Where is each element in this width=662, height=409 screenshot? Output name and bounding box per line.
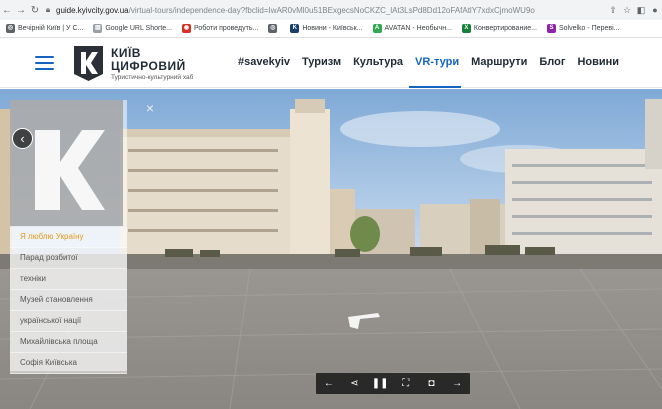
- list-item[interactable]: Михайлівська площа: [10, 332, 127, 353]
- nav-culture[interactable]: Культура: [353, 56, 403, 68]
- bookmark-item[interactable]: S Solvelko - Перевi...: [546, 24, 619, 33]
- bookmark-item[interactable]: K Новини - Київськ...: [290, 24, 363, 33]
- browser-toolbar: ← → ↻ 🔒︎ guide.kyivcity.gov.ua/virtual-t…: [0, 0, 662, 20]
- star-icon[interactable]: ☆: [620, 5, 634, 16]
- arrow-left-icon[interactable]: ←: [320, 373, 338, 394]
- panel-kyiv-logo-icon: [10, 100, 123, 226]
- list-item[interactable]: Музей становлення: [10, 290, 127, 311]
- reload-icon[interactable]: ↻: [28, 5, 42, 16]
- nav-savekyiv[interactable]: #savekyiv: [238, 56, 290, 68]
- bookmark-item[interactable]: ◎: [268, 24, 280, 33]
- list-item[interactable]: Софія Київська: [10, 353, 127, 374]
- globe-icon: ◎: [6, 24, 15, 33]
- list-item[interactable]: української нації: [10, 311, 127, 332]
- nav-tourism[interactable]: Туризм: [302, 56, 341, 68]
- back-icon[interactable]: ←: [0, 5, 14, 16]
- list-item[interactable]: техніки: [10, 269, 127, 290]
- main-nav: #savekyiv Туризм Культура VR-тури Маршру…: [238, 56, 631, 68]
- nav-vr-tours[interactable]: VR-тури: [415, 56, 459, 68]
- profile-icon[interactable]: ●: [648, 5, 662, 15]
- camera-icon[interactable]: ◘: [422, 373, 440, 394]
- close-panel-icon[interactable]: ×: [143, 100, 157, 116]
- bookmark-item[interactable]: ▤ Google URL Shorte...: [93, 24, 172, 33]
- viewer-toolbar: ← ⋖ ❚❚ ⛶ ◘ →: [316, 373, 470, 394]
- nav-news[interactable]: Новини: [577, 56, 619, 68]
- globe-icon: ◎: [268, 24, 278, 33]
- bookmarks-bar: ◎ Вечірній Київ | У С... ▤ Google URL Shor…: [0, 20, 662, 38]
- tour-list: Я люблю Україну Парад розбитої техніки М…: [10, 227, 127, 374]
- bookmark-item[interactable]: X Конвертирование...: [461, 24, 537, 33]
- news-icon: ◉: [182, 24, 192, 33]
- arrow-right-icon[interactable]: →: [448, 373, 466, 394]
- bookmark-item[interactable]: A AVATAN - Необычн...: [372, 24, 452, 33]
- site-header: КИЇВ ЦИФРОВИЙ Туристично-культурний хаб …: [0, 38, 662, 88]
- share-icon[interactable]: ⋖: [345, 373, 363, 394]
- x-icon: X: [461, 24, 471, 33]
- list-item[interactable]: Я люблю Україну: [10, 227, 127, 248]
- k-icon: K: [290, 24, 300, 33]
- fullscreen-icon[interactable]: ⛶: [397, 373, 415, 394]
- share-icon[interactable]: ⇪: [606, 5, 620, 16]
- file-icon: ▤: [93, 24, 103, 33]
- hamburger-menu-icon[interactable]: [35, 56, 54, 70]
- s-icon: S: [546, 24, 556, 33]
- list-item[interactable]: Парад розбитої: [10, 248, 127, 269]
- nav-routes[interactable]: Маршрути: [471, 56, 527, 68]
- url-host: guide.kyivcity.gov.ua: [56, 5, 129, 15]
- pause-icon[interactable]: ❚❚: [371, 373, 389, 394]
- address-bar[interactable]: guide.kyivcity.gov.ua/virtual-tours/inde…: [54, 6, 606, 15]
- brand-subtitle: Туристично-культурний хаб: [111, 74, 194, 81]
- bookmark-item[interactable]: ◎ Вечірній Київ | У С...: [6, 24, 83, 33]
- active-nav-indicator: [409, 86, 461, 88]
- url-path: /virtual-tours/independence-day?fbclid=I…: [128, 5, 535, 15]
- avatan-icon: A: [372, 24, 382, 33]
- forward-icon[interactable]: →: [14, 5, 28, 16]
- lock-icon[interactable]: 🔒︎: [42, 5, 54, 15]
- bookmark-item[interactable]: ◉ Роботи проведуть...: [182, 24, 258, 33]
- extensions-icon[interactable]: ◧: [634, 5, 648, 16]
- chevron-left-icon[interactable]: ‹: [12, 128, 33, 149]
- brand-name-line2: ЦИФРОВИЙ: [111, 59, 186, 73]
- kyiv-logo-icon[interactable]: [72, 44, 105, 82]
- brand-name-line1: КИЇВ: [111, 46, 141, 60]
- nav-blog[interactable]: Блог: [539, 56, 565, 68]
